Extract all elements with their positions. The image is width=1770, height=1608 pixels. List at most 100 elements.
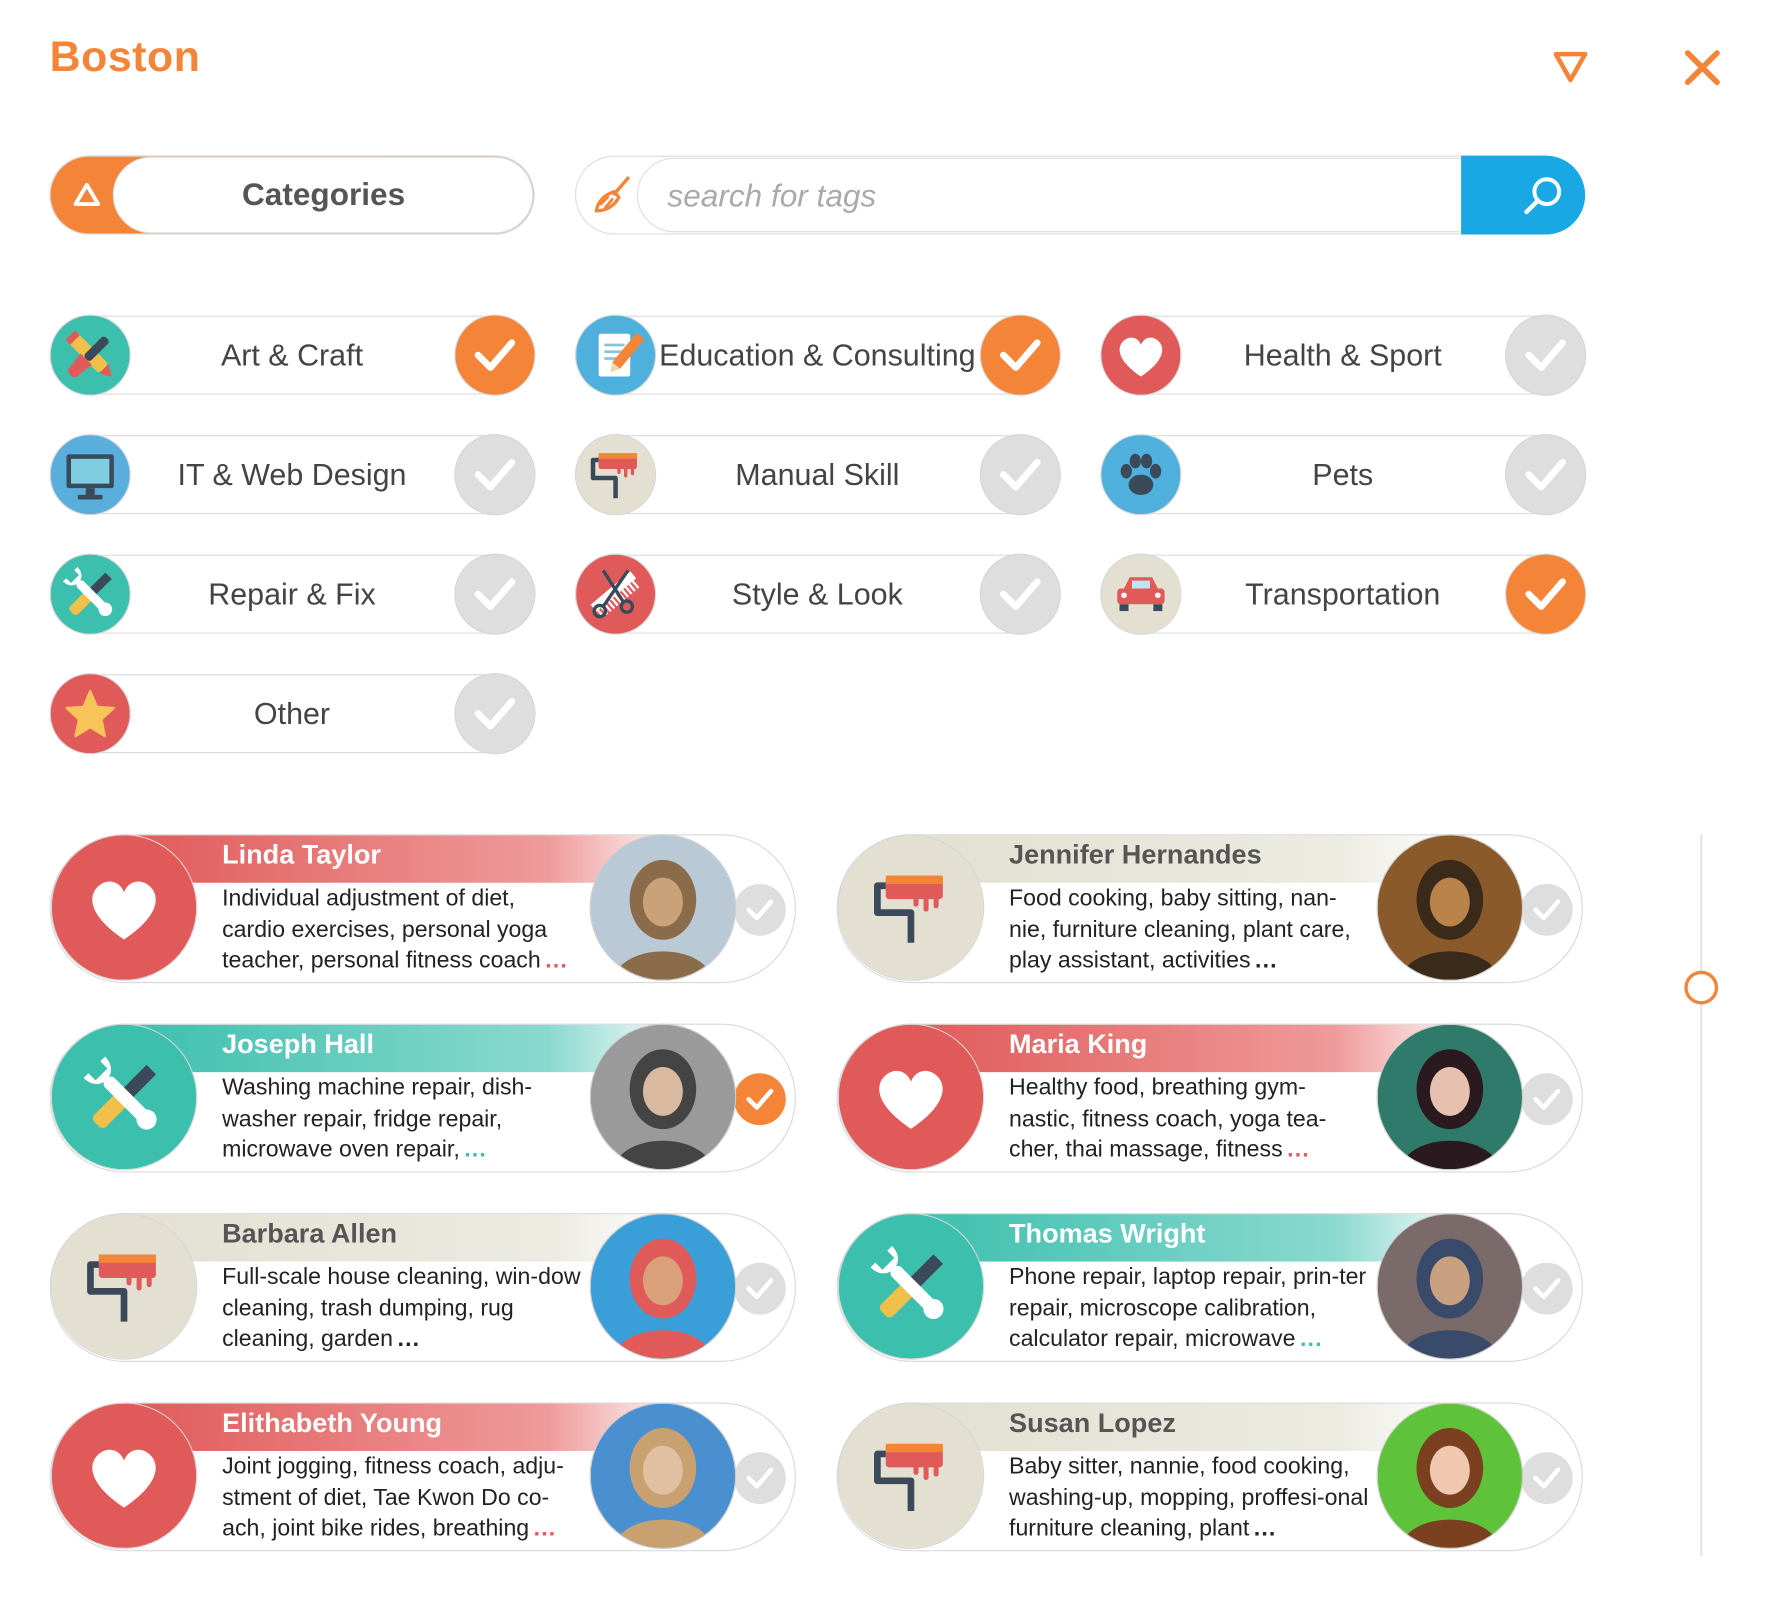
person-name: Susan Lopez: [1009, 1408, 1176, 1439]
skills-text: Healthy food, breathing gym-nastic, fitn…: [1009, 1074, 1327, 1163]
skills-text: Individual adjustment of diet, cardio ex…: [222, 885, 548, 973]
category-chip[interactable]: Style & Look: [574, 554, 1060, 634]
person-name: Maria King: [1009, 1029, 1148, 1060]
category-label: Other: [253, 696, 331, 731]
art-craft-icon: [50, 315, 130, 395]
person-skills: Individual adjustment of diet, cardio ex…: [222, 883, 583, 976]
paint-roller-icon: [576, 435, 656, 515]
heart-icon: [837, 1023, 985, 1171]
category-label: Pets: [1312, 457, 1374, 492]
category-chip[interactable]: IT & Web Design: [49, 435, 535, 515]
more-link[interactable]: ...: [1254, 1515, 1277, 1541]
search-bar: [574, 155, 1586, 235]
avatar: [589, 834, 737, 981]
checkmark-icon[interactable]: [1506, 315, 1586, 395]
person-card[interactable]: Jennifer Hernandes Food cooking, baby si…: [836, 834, 1583, 984]
skills-text: Joint jogging, fitness coach, adju-stmen…: [222, 1453, 564, 1542]
more-link[interactable]: ...: [1255, 947, 1278, 973]
person-name: Linda Taylor: [222, 839, 381, 871]
skills-text: Food cooking, baby sitting, nan-nie, fur…: [1009, 885, 1351, 973]
paint-roller-icon: [50, 1213, 198, 1360]
skills-text: Baby sitter, nannie, food cooking, washi…: [1009, 1453, 1369, 1542]
person-card[interactable]: Susan Lopez Baby sitter, nannie, food co…: [836, 1402, 1583, 1552]
city-title: Boston: [49, 33, 201, 82]
avatar: [1376, 1023, 1524, 1171]
checkmark-icon[interactable]: [1520, 883, 1573, 936]
checkmark-icon[interactable]: [733, 1073, 786, 1126]
search-input[interactable]: [665, 158, 1482, 234]
checkmark-icon[interactable]: [455, 554, 535, 634]
checkmark-icon[interactable]: [733, 1452, 786, 1504]
category-chip[interactable]: Repair & Fix: [49, 554, 535, 634]
search-field-wrap: [636, 157, 1526, 234]
person-name: Elithabeth Young: [222, 1408, 443, 1439]
close-icon[interactable]: [1680, 45, 1725, 90]
paw-icon: [1101, 435, 1181, 515]
checkmark-icon[interactable]: [980, 554, 1060, 634]
search-button[interactable]: [1461, 155, 1586, 235]
checkmark-icon[interactable]: [733, 1262, 786, 1315]
category-chip[interactable]: Health & Sport: [1100, 315, 1586, 395]
person-card[interactable]: Barbara Allen Full-scale house cleaning,…: [49, 1213, 796, 1362]
more-link[interactable]: ...: [545, 947, 568, 973]
more-link[interactable]: ...: [1287, 1136, 1310, 1162]
category-chip[interactable]: Education & Consulting: [574, 315, 1060, 395]
person-skills: Phone repair, laptop repair, prin-ter re…: [1009, 1262, 1370, 1355]
more-link[interactable]: ...: [534, 1515, 557, 1541]
comb-scissors-icon: [576, 554, 656, 634]
more-link[interactable]: ...: [464, 1136, 487, 1162]
category-chip[interactable]: Other: [49, 674, 535, 754]
person-card[interactable]: Linda Taylor Individual adjustment of di…: [49, 834, 796, 984]
category-label: Manual Skill: [735, 457, 900, 492]
checkmark-icon[interactable]: [980, 315, 1060, 395]
avatar: [589, 1023, 737, 1171]
avatar: [1376, 1402, 1524, 1550]
category-label: Art & Craft: [220, 338, 364, 373]
collapse-triangle-icon: [70, 178, 104, 212]
checkmark-icon[interactable]: [1506, 554, 1586, 634]
filter-triangle-icon[interactable]: [1551, 47, 1589, 85]
person-card[interactable]: Maria King Healthy food, breathing gym-n…: [836, 1023, 1583, 1173]
person-card[interactable]: Elithabeth Young Joint jogging, fitness …: [49, 1402, 796, 1552]
wrench-screwdriver-icon: [50, 1023, 198, 1171]
checkmark-icon[interactable]: [1520, 1452, 1573, 1504]
more-link[interactable]: ...: [398, 1326, 421, 1352]
education-icon: [576, 315, 656, 395]
category-label: Education & Consulting: [659, 338, 976, 373]
heart-icon: [50, 1402, 198, 1550]
monitor-icon: [50, 435, 130, 515]
heart-icon: [50, 834, 198, 981]
scrollbar-thumb[interactable]: [1684, 970, 1719, 1005]
category-chip[interactable]: Transportation: [1100, 554, 1586, 634]
person-skills: Food cooking, baby sitting, nan-nie, fur…: [1009, 883, 1370, 976]
person-skills: Full-scale house cleaning, win-dow clean…: [222, 1262, 583, 1355]
checkmark-icon[interactable]: [455, 435, 535, 515]
checkmark-icon[interactable]: [455, 674, 535, 754]
checkmark-icon[interactable]: [733, 883, 786, 936]
category-label: Style & Look: [731, 577, 903, 612]
person-skills: Baby sitter, nannie, food cooking, washi…: [1009, 1451, 1370, 1544]
person-name: Joseph Hall: [222, 1029, 374, 1060]
avatar: [589, 1402, 737, 1550]
person-card[interactable]: Joseph Hall Washing machine repair, dish…: [49, 1023, 796, 1173]
clear-broom-icon[interactable]: [590, 172, 635, 217]
person-skills: Washing machine repair, dish-washer repa…: [222, 1072, 583, 1165]
more-link[interactable]: ...: [1300, 1326, 1323, 1352]
scrollbar-track[interactable]: [1700, 834, 1703, 1556]
category-chip[interactable]: Pets: [1100, 435, 1586, 515]
categories-label: Categories: [241, 177, 406, 212]
checkmark-icon[interactable]: [980, 435, 1060, 515]
categories-toggle[interactable]: Categories: [49, 155, 535, 235]
car-icon: [1101, 554, 1181, 634]
checkmark-icon[interactable]: [1506, 435, 1586, 515]
category-chip[interactable]: Art & Craft: [49, 315, 535, 395]
checkmark-icon[interactable]: [1520, 1262, 1573, 1315]
avatar: [1376, 834, 1524, 981]
checkmark-icon[interactable]: [455, 315, 535, 395]
category-label: Repair & Fix: [208, 577, 376, 612]
person-card[interactable]: Thomas Wright Phone repair, laptop repai…: [836, 1213, 1583, 1362]
person-name: Thomas Wright: [1009, 1218, 1206, 1250]
category-chip[interactable]: Manual Skill: [574, 435, 1060, 515]
person-skills: Healthy food, breathing gym-nastic, fitn…: [1009, 1072, 1370, 1165]
checkmark-icon[interactable]: [1520, 1073, 1573, 1126]
